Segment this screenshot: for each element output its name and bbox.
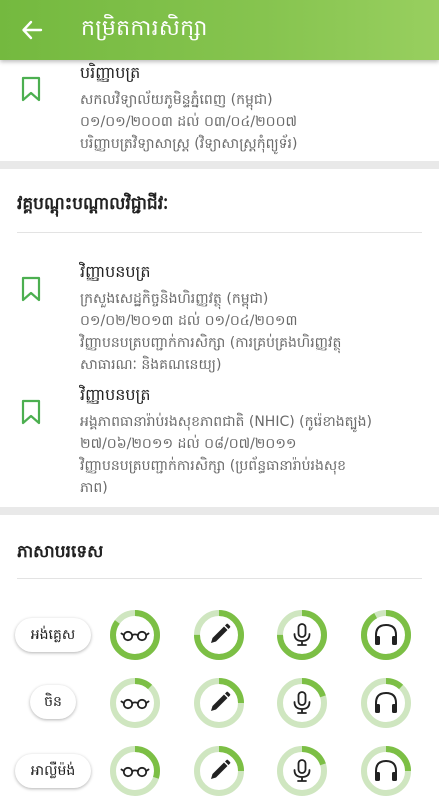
language-chip-chinese[interactable]: ចិន bbox=[30, 685, 76, 719]
language-chip-german[interactable]: អាល្លឺម៉ង់ bbox=[15, 754, 91, 788]
back-arrow-icon[interactable] bbox=[21, 19, 43, 41]
training-item-institution: ក្រសួងសេដ្ឋកិច្ចនិងហិរញ្ញវត្ថុ (កម្ពុជា) bbox=[80, 291, 269, 307]
languages-card: ភាសាបរទេស អង់គ្លេស ចិន អាល្លឺម៉ង់ bbox=[0, 515, 439, 800]
education-dates: ០១/០១/២០០៣ ដល់ ០៣/០៤/២០០៧ bbox=[80, 114, 297, 130]
app-bar: កម្រិតការសិក្សា bbox=[0, 0, 439, 60]
training-item-dates: ២៧/០៦/២០១១ ដល់ ០៨/០៧/២០១១ bbox=[80, 436, 297, 452]
training-item-institution: អង្គភាពធានារ៉ាប់រងសុខភាពជាតិ (NHIC) (កូរ… bbox=[80, 414, 372, 430]
skill-ring-reading[interactable] bbox=[109, 609, 161, 661]
skill-ring-speaking[interactable] bbox=[276, 745, 328, 797]
training-item-title: វិញ្ញាបនបត្រ bbox=[80, 385, 151, 404]
training-item-title: វិញ្ញាបនបត្រ bbox=[80, 262, 151, 281]
page-title: កម្រិតការសិក្សា bbox=[81, 16, 208, 41]
training-item-course: វិញ្ញាបនបត្របញ្ជាក់ការសិក្សា (ការគ្រប់គ្… bbox=[80, 335, 342, 351]
skill-ring-writing[interactable] bbox=[193, 609, 245, 661]
bookmark-icon bbox=[20, 399, 42, 425]
education-title: បរិញ្ញាបត្រ bbox=[80, 63, 141, 82]
skill-ring-listening[interactable] bbox=[360, 677, 412, 729]
section-divider bbox=[17, 232, 422, 233]
training-item-course: វិញ្ញាបនបត្របញ្ជាក់ការសិក្សា (ប្រព័ន្ធធា… bbox=[80, 458, 347, 474]
content-scroll[interactable]: បរិញ្ញាបត្រ សកលវិទ្យាល័យភូមិន្ទភ្នំពេញ (… bbox=[0, 60, 439, 800]
skill-ring-speaking[interactable] bbox=[276, 677, 328, 729]
skill-ring-listening[interactable] bbox=[360, 745, 412, 797]
skill-ring-writing[interactable] bbox=[193, 745, 245, 797]
training-item-course-cont: ភាព) bbox=[80, 480, 108, 496]
skill-ring-writing[interactable] bbox=[193, 677, 245, 729]
training-item-course-cont: សាធារណៈ និងគណនេយ្យ) bbox=[80, 357, 222, 373]
skill-ring-reading[interactable] bbox=[109, 677, 161, 729]
skill-ring-listening[interactable] bbox=[360, 609, 412, 661]
section-divider bbox=[17, 578, 422, 579]
education-degree: បរិញ្ញាបត្រវិទ្យាសាស្ត្រ (វិទ្យាសាស្ត្រក… bbox=[80, 136, 298, 152]
training-section-title: វគ្គបណ្តុះបណ្តាលវិជ្ជាជីវៈ bbox=[17, 194, 169, 214]
skill-ring-reading[interactable] bbox=[109, 745, 161, 797]
bookmark-icon bbox=[20, 76, 42, 102]
language-chip-english[interactable]: អង់គ្លេស bbox=[15, 618, 91, 652]
bookmark-icon bbox=[20, 276, 42, 302]
education-card: បរិញ្ញាបត្រ សកលវិទ្យាល័យភូមិន្ទភ្នំពេញ (… bbox=[0, 60, 439, 161]
skill-ring-speaking[interactable] bbox=[276, 609, 328, 661]
languages-section-title: ភាសាបរទេស bbox=[17, 542, 104, 562]
education-institution: សកលវិទ្យាល័យភូមិន្ទភ្នំពេញ (កម្ពុជា) bbox=[80, 92, 273, 108]
training-item-dates: ០១/០២/២០១៣ ដល់ ០១/០៤/២០១៣ bbox=[80, 313, 298, 329]
training-card: វគ្គបណ្តុះបណ្តាលវិជ្ជាជីវៈ វិញ្ញាបនបត្រ … bbox=[0, 169, 439, 507]
